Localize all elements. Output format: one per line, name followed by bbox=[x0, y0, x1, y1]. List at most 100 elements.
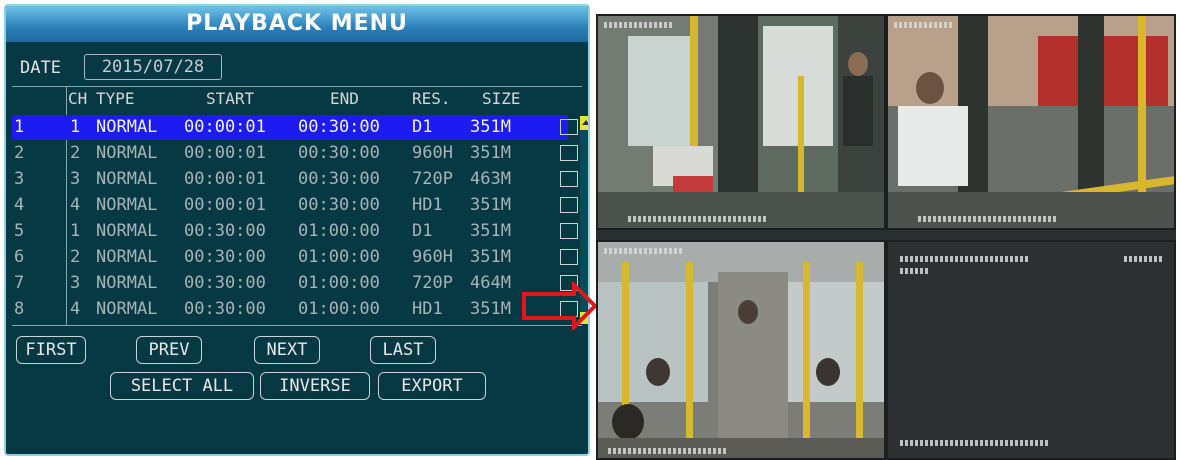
row-size: 351M bbox=[470, 143, 511, 163]
row-end: 00:30:00 bbox=[298, 195, 380, 215]
scroll-up-arrow-icon[interactable] bbox=[580, 116, 588, 130]
table-row[interactable]: 1 1 NORMAL 00:00:01 00:30:00 D1 351M bbox=[12, 115, 578, 140]
menu-title: PLAYBACK MENU bbox=[186, 11, 408, 36]
row-end: 01:00:00 bbox=[298, 221, 380, 241]
row-index: 3 bbox=[14, 169, 25, 189]
title-bar: PLAYBACK MENU bbox=[6, 6, 588, 42]
row-ch: 4 bbox=[70, 299, 81, 319]
row-type: NORMAL bbox=[96, 247, 158, 267]
camera-3-osd-bottom bbox=[608, 448, 728, 454]
playback-menu-panel: PLAYBACK MENU DATE 2015/07/28 CH TYPE ST… bbox=[4, 4, 590, 456]
header-size: SIZE bbox=[482, 89, 521, 108]
row-start: 00:00:01 bbox=[184, 143, 266, 163]
next-button[interactable]: NEXT bbox=[254, 336, 320, 364]
row-res: 720P bbox=[412, 169, 453, 189]
camera-view-3[interactable] bbox=[596, 240, 886, 460]
row-type: NORMAL bbox=[96, 299, 158, 319]
recording-table: CH TYPE START END RES. SIZE 1 1 NORMAL 00:0… bbox=[12, 86, 582, 326]
row-checkbox[interactable] bbox=[560, 145, 578, 161]
row-type: NORMAL bbox=[96, 117, 158, 137]
row-type: NORMAL bbox=[96, 273, 158, 293]
camera-grid bbox=[596, 14, 1176, 460]
row-res: 960H bbox=[412, 143, 453, 163]
camera-1-osd-top bbox=[604, 22, 674, 28]
header-ch: CH bbox=[68, 89, 88, 108]
row-start: 00:00:01 bbox=[184, 195, 266, 215]
row-start: 00:30:00 bbox=[184, 273, 266, 293]
row-checkbox[interactable] bbox=[560, 197, 578, 213]
table-row[interactable]: 5 1 NORMAL 00:30:00 01:00:00 D1 351M bbox=[12, 219, 578, 244]
row-size: 351M bbox=[470, 299, 511, 319]
row-type: NORMAL bbox=[96, 143, 158, 163]
date-label: DATE bbox=[20, 58, 61, 78]
row-size: 463M bbox=[470, 169, 511, 189]
table-row[interactable]: 2 2 NORMAL 00:00:01 00:30:00 960H 351M bbox=[12, 141, 578, 166]
row-size: 351M bbox=[470, 247, 511, 267]
row-end: 00:30:00 bbox=[298, 169, 380, 189]
row-end: 01:00:00 bbox=[298, 247, 380, 267]
prev-button[interactable]: PREV bbox=[136, 336, 202, 364]
row-ch: 3 bbox=[70, 273, 81, 293]
table-row[interactable]: 3 3 NORMAL 00:00:01 00:30:00 720P 463M bbox=[12, 167, 578, 192]
camera-view-4[interactable] bbox=[886, 240, 1176, 460]
select-all-button[interactable]: SELECT ALL bbox=[110, 372, 254, 400]
row-size: 464M bbox=[470, 273, 511, 293]
row-res: D1 bbox=[412, 221, 433, 241]
table-row[interactable]: 4 4 NORMAL 00:00:01 00:30:00 HD1 351M bbox=[12, 193, 578, 218]
camera-4-osd-top-left bbox=[900, 256, 1030, 262]
row-res: 720P bbox=[412, 273, 453, 293]
row-size: 351M bbox=[470, 117, 511, 137]
row-index: 8 bbox=[14, 299, 25, 319]
camera-view-1[interactable] bbox=[596, 14, 886, 230]
row-start: 00:30:00 bbox=[184, 221, 266, 241]
header-start: START bbox=[206, 89, 255, 108]
camera-3-osd-top bbox=[604, 248, 684, 254]
camera-4-osd-line bbox=[900, 268, 930, 274]
row-type: NORMAL bbox=[96, 195, 158, 215]
header-res: RES. bbox=[412, 89, 451, 108]
row-ch: 3 bbox=[70, 169, 81, 189]
first-button[interactable]: FIRST bbox=[16, 336, 86, 364]
row-res: D1 bbox=[412, 117, 433, 137]
row-size: 351M bbox=[470, 221, 511, 241]
camera-1-image bbox=[598, 16, 884, 228]
date-field[interactable]: 2015/07/28 bbox=[84, 54, 222, 80]
red-arrow-icon bbox=[522, 282, 598, 330]
row-checkbox[interactable] bbox=[560, 119, 578, 135]
camera-2-osd-bottom bbox=[918, 216, 1058, 222]
export-button[interactable]: EXPORT bbox=[378, 372, 486, 400]
row-index: 2 bbox=[14, 143, 25, 163]
row-ch: 1 bbox=[70, 221, 81, 241]
row-checkbox[interactable] bbox=[560, 249, 578, 265]
row-ch: 4 bbox=[70, 195, 81, 215]
row-type: NORMAL bbox=[96, 169, 158, 189]
camera-4-osd-top-right bbox=[1124, 256, 1164, 262]
inverse-button[interactable]: INVERSE bbox=[260, 372, 370, 400]
row-start: 00:00:01 bbox=[184, 117, 266, 137]
row-checkbox[interactable] bbox=[560, 171, 578, 187]
camera-4-osd-bottom bbox=[900, 440, 1050, 446]
row-ch: 1 bbox=[70, 117, 81, 137]
last-button[interactable]: LAST bbox=[370, 336, 436, 364]
row-index: 6 bbox=[14, 247, 25, 267]
camera-view-2[interactable] bbox=[886, 14, 1176, 230]
row-ch: 2 bbox=[70, 143, 81, 163]
row-index: 7 bbox=[14, 273, 25, 293]
camera-3-image bbox=[598, 242, 884, 458]
table-row[interactable]: 6 2 NORMAL 00:30:00 01:00:00 960H 351M bbox=[12, 245, 578, 270]
table-row[interactable]: 7 3 NORMAL 00:30:00 01:00:00 720P 464M bbox=[12, 271, 578, 296]
row-end: 00:30:00 bbox=[298, 117, 380, 137]
row-ch: 2 bbox=[70, 247, 81, 267]
row-index: 4 bbox=[14, 195, 25, 215]
row-index: 1 bbox=[14, 117, 25, 137]
row-end: 01:00:00 bbox=[298, 273, 380, 293]
row-end: 01:00:00 bbox=[298, 299, 380, 319]
row-res: HD1 bbox=[412, 195, 443, 215]
row-size: 351M bbox=[470, 195, 511, 215]
row-checkbox[interactable] bbox=[560, 223, 578, 239]
table-row[interactable]: 8 4 NORMAL 00:30:00 01:00:00 HD1 351M bbox=[12, 297, 578, 322]
header-end: END bbox=[330, 89, 359, 108]
row-res: HD1 bbox=[412, 299, 443, 319]
camera-2-image bbox=[888, 16, 1174, 228]
row-start: 00:30:00 bbox=[184, 247, 266, 267]
